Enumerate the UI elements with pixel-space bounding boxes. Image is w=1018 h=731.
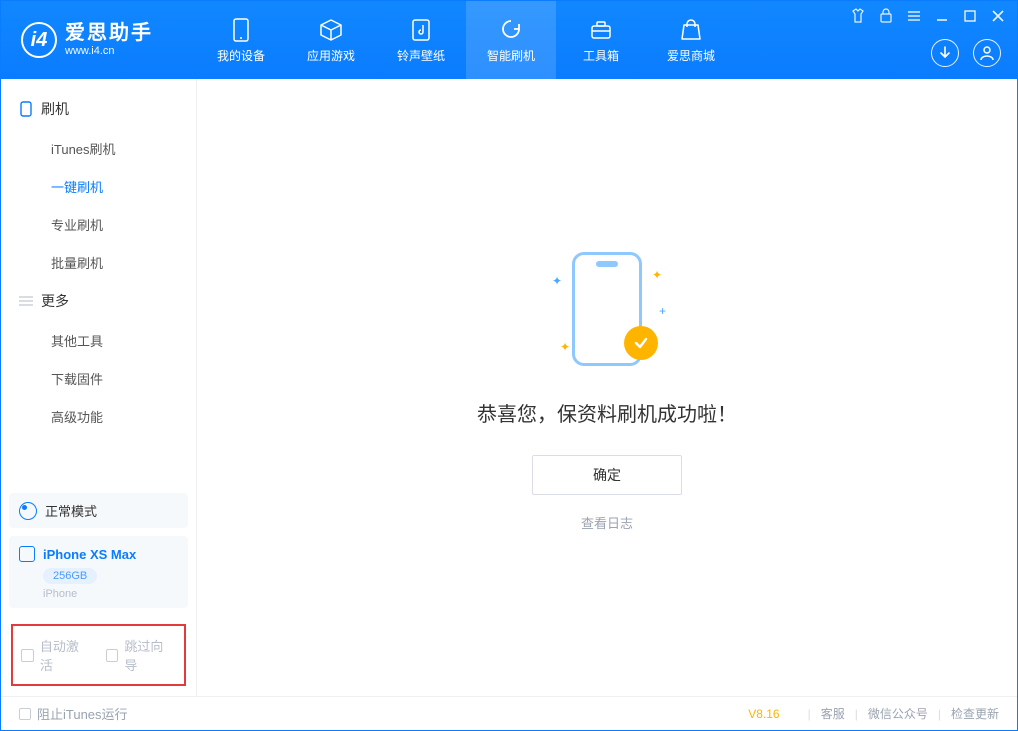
checkbox-block-itunes[interactable]: 阻止iTunes运行 [19,704,128,723]
bag-icon [678,17,704,43]
sidebar-scroll: 刷机 iTunes刷机 一键刷机 专业刷机 批量刷机 更多 其他工具 下载固件 … [1,79,196,489]
sidebar-item-label: 其他工具 [51,331,103,350]
footer-link-update[interactable]: 检查更新 [951,705,999,722]
device-name: iPhone XS Max [43,547,136,562]
nav-tab-label: 应用游戏 [307,47,355,64]
sparkle-icon: + [659,304,666,318]
device-storage-badge: 256GB [43,568,97,584]
nav-tab-label: 我的设备 [217,47,265,64]
separator: | [808,707,811,721]
options-highlight-box: 自动激活 跳过向导 [11,624,186,686]
sidebar-heading-label: 更多 [41,291,69,311]
nav-tab-my-device[interactable]: 我的设备 [196,1,286,79]
app-window: i4 爱思助手 www.i4.cn 我的设备 应用游戏 铃声壁纸 智能刷机 [0,0,1018,731]
footer: 阻止iTunes运行 V8.16 | 客服 | 微信公众号 | 检查更新 [1,696,1017,730]
sidebar-item-label: 批量刷机 [51,253,103,272]
sidebar-item-label: 一键刷机 [51,177,103,196]
footer-link-support[interactable]: 客服 [821,705,845,722]
download-button[interactable] [931,39,959,67]
device-icon [228,17,254,43]
sidebar-item-onekey-flash[interactable]: 一键刷机 [1,167,196,205]
check-badge-icon [624,326,658,360]
device-mode-label: 正常模式 [45,501,97,520]
nav-tab-flash[interactable]: 智能刷机 [466,1,556,79]
lock-icon[interactable] [877,7,895,25]
nav-tab-apps[interactable]: 应用游戏 [286,1,376,79]
separator: | [938,707,941,721]
device-card[interactable]: iPhone XS Max 256GB iPhone [9,536,188,608]
sidebar-item-pro-flash[interactable]: 专业刷机 [1,205,196,243]
sidebar-heading-more: 更多 [1,281,196,321]
ok-button[interactable]: 确定 [532,455,682,495]
sidebar-heading-flash: 刷机 [1,89,196,129]
sidebar-item-other-tools[interactable]: 其他工具 [1,321,196,359]
sidebar-item-label: iTunes刷机 [51,139,116,158]
app-name: 爱思助手 [65,22,153,45]
separator: | [855,707,858,721]
device-type: iPhone [43,588,178,600]
sidebar: 刷机 iTunes刷机 一键刷机 专业刷机 批量刷机 更多 其他工具 下载固件 … [1,79,197,696]
device-mode-card[interactable]: 正常模式 [9,493,188,528]
sidebar-item-label: 高级功能 [51,407,103,426]
sidebar-item-download-firmware[interactable]: 下载固件 [1,359,196,397]
checkbox-icon [106,649,119,662]
app-url: www.i4.cn [65,45,153,58]
sidebar-item-advanced[interactable]: 高级功能 [1,397,196,435]
content-area: ✦ ✦ ✦ + 恭喜您，保资料刷机成功啦！ 确定 查看日志 [197,79,1017,696]
nav-tab-label: 铃声壁纸 [397,47,445,64]
menu-icon[interactable] [905,7,923,25]
footer-left: 阻止iTunes运行 [19,704,748,723]
checkbox-label: 阻止iTunes运行 [37,704,128,723]
sidebar-item-label: 专业刷机 [51,215,103,234]
nav-tab-ringtones[interactable]: 铃声壁纸 [376,1,466,79]
window-controls [849,7,1007,25]
checkbox-icon [21,649,34,662]
footer-link-wechat[interactable]: 微信公众号 [868,705,928,722]
sidebar-heading-label: 刷机 [41,99,69,119]
nav-tab-label: 爱思商城 [667,47,715,64]
body: 刷机 iTunes刷机 一键刷机 专业刷机 批量刷机 更多 其他工具 下载固件 … [1,79,1017,696]
mode-icon [19,502,37,520]
view-log-link[interactable]: 查看日志 [581,513,633,532]
checkbox-label: 跳过向导 [124,636,176,674]
sparkle-icon: ✦ [652,268,662,282]
nav-tab-label: 智能刷机 [487,47,535,64]
titlebar: i4 爱思助手 www.i4.cn 我的设备 应用游戏 铃声壁纸 智能刷机 [1,1,1017,79]
logo-area: i4 爱思助手 www.i4.cn [1,22,196,58]
success-illustration: ✦ ✦ ✦ + [542,244,672,374]
sidebar-item-label: 下载固件 [51,369,103,388]
sidebar-item-batch-flash[interactable]: 批量刷机 [1,243,196,281]
phone-icon [19,546,35,562]
footer-right: V8.16 | 客服 | 微信公众号 | 检查更新 [748,705,999,722]
nav-tab-toolbox[interactable]: 工具箱 [556,1,646,79]
result-title: 恭喜您，保资料刷机成功啦！ [477,398,737,427]
logo-text: 爱思助手 www.i4.cn [65,22,153,58]
cube-icon [318,17,344,43]
shirt-icon[interactable] [849,7,867,25]
close-button[interactable] [989,7,1007,25]
checkbox-icon [19,708,31,720]
logo-icon: i4 [21,22,57,58]
user-button[interactable] [973,39,1001,67]
nav-tab-label: 工具箱 [583,47,619,64]
nav-tab-store[interactable]: 爱思商城 [646,1,736,79]
phone-outline-icon [19,102,33,116]
maximize-button[interactable] [961,7,979,25]
device-name-row: iPhone XS Max [19,546,178,562]
checkbox-label: 自动激活 [40,636,92,674]
list-icon [19,294,33,308]
titlebar-action-buttons [931,39,1001,67]
toolbox-icon [588,17,614,43]
version-label: V8.16 [748,707,779,721]
minimize-button[interactable] [933,7,951,25]
music-file-icon [408,17,434,43]
sidebar-item-itunes-flash[interactable]: iTunes刷机 [1,129,196,167]
checkbox-skip-guide[interactable]: 跳过向导 [106,636,177,674]
nav-tabs: 我的设备 应用游戏 铃声壁纸 智能刷机 工具箱 爱思商城 [196,1,736,79]
sparkle-icon: ✦ [552,274,562,288]
sparkle-icon: ✦ [560,340,570,354]
checkbox-auto-activate[interactable]: 自动激活 [21,636,92,674]
refresh-shield-icon [498,17,524,43]
